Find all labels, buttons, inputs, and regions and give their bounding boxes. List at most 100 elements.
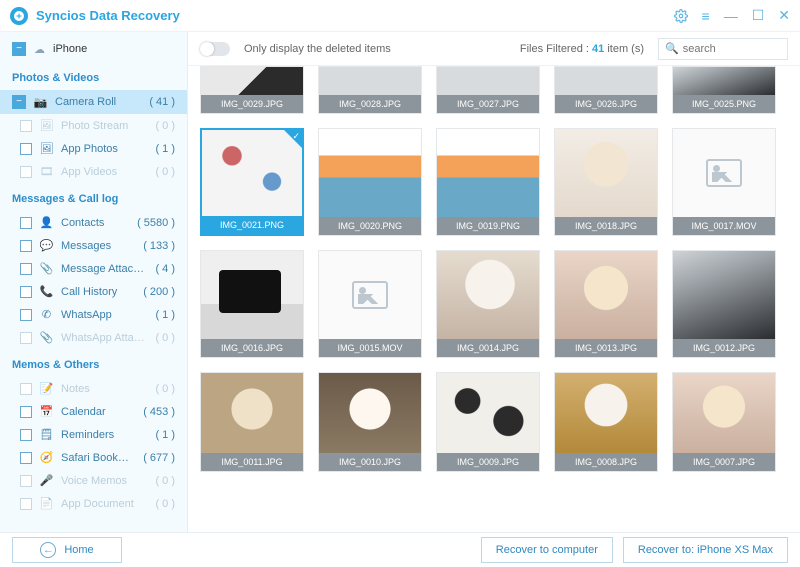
thumbnail[interactable]: IMG_0025.PNG bbox=[672, 66, 776, 114]
thumbnail[interactable]: IMG_0012.JPG bbox=[672, 250, 776, 358]
menu-icon[interactable]: ≡ bbox=[702, 7, 710, 24]
thumbnail-image bbox=[319, 373, 421, 453]
sidebar-item-count: ( 4 ) bbox=[155, 263, 175, 275]
thumbnail[interactable]: IMG_0028.JPG bbox=[318, 66, 422, 114]
thumbnail[interactable]: IMG_0008.JPG bbox=[554, 372, 658, 472]
thumbnail[interactable]: IMG_0018.JPG bbox=[554, 128, 658, 236]
thumbnail[interactable]: IMG_0017.MOV bbox=[672, 128, 776, 236]
thumbnail-image bbox=[437, 67, 539, 95]
home-button[interactable]: ← Home bbox=[12, 537, 122, 563]
voice-icon: 🎤 bbox=[40, 474, 53, 487]
back-arrow-icon: ← bbox=[40, 542, 56, 558]
sidebar-item-contacts[interactable]: 👤Contacts( 5580 ) bbox=[0, 211, 187, 234]
thumbnail[interactable]: IMG_0019.PNG bbox=[436, 128, 540, 236]
thumbnail-caption: IMG_0027.JPG bbox=[437, 95, 539, 113]
sidebar-item-calendar[interactable]: 📅Calendar( 453 ) bbox=[0, 400, 187, 423]
cloud-icon: ☁ bbox=[34, 43, 45, 56]
thumbnail-image bbox=[555, 251, 657, 339]
recover-to-device-button[interactable]: Recover to: iPhone XS Max bbox=[623, 537, 788, 563]
sidebar-item-photo-stream: 🖼Photo Stream( 0 ) bbox=[0, 114, 187, 137]
whatsapp-attach-icon: 📎 bbox=[40, 331, 53, 344]
thumbnail[interactable]: IMG_0015.MOV bbox=[318, 250, 422, 358]
recover-to-computer-button[interactable]: Recover to computer bbox=[481, 537, 613, 563]
files-filtered-label: Files Filtered : 41 item (s) bbox=[520, 43, 644, 55]
checkbox[interactable] bbox=[20, 452, 32, 464]
sidebar-item-call-history[interactable]: 📞Call History( 200 ) bbox=[0, 280, 187, 303]
appvideo-icon: 🎞 bbox=[40, 165, 53, 178]
sidebar-item-label: Camera Roll bbox=[55, 96, 141, 108]
thumbnail[interactable]: IMG_0014.JPG bbox=[436, 250, 540, 358]
messages-icon: 💬 bbox=[40, 239, 53, 252]
thumbnail-caption: IMG_0008.JPG bbox=[555, 453, 657, 471]
sidebar-item-label: Safari Bookmark bbox=[61, 452, 135, 464]
checkbox[interactable] bbox=[20, 217, 32, 229]
thumbnail-image bbox=[319, 129, 421, 217]
thumbnail-caption: IMG_0015.MOV bbox=[319, 339, 421, 357]
thumbnail[interactable]: IMG_0009.JPG bbox=[436, 372, 540, 472]
thumbnail-caption: IMG_0012.JPG bbox=[673, 339, 775, 357]
checkbox[interactable] bbox=[20, 143, 32, 155]
checkbox[interactable] bbox=[20, 263, 32, 275]
sidebar-item-messages[interactable]: 💬Messages( 133 ) bbox=[0, 234, 187, 257]
footer: ← Home Recover to computer Recover to: i… bbox=[0, 532, 800, 567]
thumbnail[interactable]: IMG_0027.JPG bbox=[436, 66, 540, 114]
thumbnail[interactable]: IMG_0016.JPG bbox=[200, 250, 304, 358]
sidebar: − ☁ iPhone Photos & Videos −📷Camera Roll… bbox=[0, 32, 188, 532]
thumbnail-image bbox=[673, 251, 775, 339]
call-icon: 📞 bbox=[40, 285, 53, 298]
checkbox bbox=[20, 383, 32, 395]
thumbnail-caption: IMG_0028.JPG bbox=[319, 95, 421, 113]
collapse-icon[interactable]: − bbox=[12, 95, 26, 109]
sidebar-item-app-photos[interactable]: 🖼App Photos( 1 ) bbox=[0, 137, 187, 160]
thumbnail[interactable]: IMG_0029.JPG bbox=[200, 66, 304, 114]
sidebar-item-voice-memos: 🎤 Voice Memos ( 0 ) bbox=[0, 469, 187, 492]
sidebar-item-count: ( 0 ) bbox=[155, 332, 175, 344]
close-icon[interactable]: ✕ bbox=[778, 7, 790, 24]
device-row[interactable]: − ☁ iPhone bbox=[0, 36, 187, 62]
photo-icon: 🖼 bbox=[40, 119, 53, 132]
sidebar-item-safari-bookmark[interactable]: 🧭Safari Bookmark( 677 ) bbox=[0, 446, 187, 469]
deleted-toggle-label: Only display the deleted items bbox=[244, 43, 391, 55]
thumbnail[interactable]: IMG_0010.JPG bbox=[318, 372, 422, 472]
title-bar: Syncios Data Recovery ≡ — ☐ ✕ bbox=[0, 0, 800, 32]
sidebar-item-camera-roll[interactable]: −📷Camera Roll( 41 ) bbox=[0, 90, 187, 114]
sidebar-item-whatsapp[interactable]: ✆WhatsApp( 1 ) bbox=[0, 303, 187, 326]
calendar-icon: 📅 bbox=[40, 405, 53, 418]
search-box[interactable]: 🔍 bbox=[658, 38, 788, 60]
thumbnail[interactable]: IMG_0013.JPG bbox=[554, 250, 658, 358]
thumbnail[interactable]: IMG_0021.PNG bbox=[200, 128, 304, 236]
thumbnail-grid[interactable]: IMG_0029.JPG IMG_0028.JPG IMG_0027.JPG IMG_… bbox=[188, 66, 800, 532]
checkbox[interactable] bbox=[20, 429, 32, 441]
thumbnail-caption: IMG_0020.PNG bbox=[319, 217, 421, 235]
minimize-icon[interactable]: — bbox=[724, 7, 738, 24]
thumbnail-image bbox=[319, 251, 421, 339]
sidebar-item-label: Voice Memos bbox=[61, 475, 147, 487]
thumbnail-image bbox=[555, 129, 657, 217]
thumbnail[interactable]: IMG_0026.JPG bbox=[554, 66, 658, 114]
sidebar-item-count: ( 1 ) bbox=[155, 143, 175, 155]
whatsapp-icon: ✆ bbox=[40, 308, 53, 321]
thumbnail-image bbox=[202, 130, 302, 216]
thumbnail-caption: IMG_0016.JPG bbox=[201, 339, 303, 357]
thumbnail[interactable]: IMG_0011.JPG bbox=[200, 372, 304, 472]
sidebar-item-count: ( 0 ) bbox=[155, 475, 175, 487]
deleted-toggle[interactable] bbox=[200, 42, 230, 56]
thumbnail-image bbox=[201, 67, 303, 95]
checkbox[interactable] bbox=[20, 240, 32, 252]
maximize-icon[interactable]: ☐ bbox=[752, 7, 765, 24]
checkbox[interactable] bbox=[20, 406, 32, 418]
sidebar-item-label: Call History bbox=[61, 286, 135, 298]
checkbox[interactable] bbox=[20, 286, 32, 298]
thumbnail[interactable]: IMG_0020.PNG bbox=[318, 128, 422, 236]
sidebar-item-label: Notes bbox=[61, 383, 147, 395]
search-input[interactable] bbox=[683, 43, 781, 55]
app-logo bbox=[10, 7, 28, 25]
thumbnail[interactable]: IMG_0007.JPG bbox=[672, 372, 776, 472]
sidebar-item-reminders[interactable]: 🗒Reminders( 1 ) bbox=[0, 423, 187, 446]
settings-icon[interactable] bbox=[674, 7, 688, 24]
sidebar-item-count: ( 0 ) bbox=[155, 498, 175, 510]
device-collapse-icon[interactable]: − bbox=[12, 42, 26, 56]
appphoto-icon: 🖼 bbox=[40, 142, 53, 155]
sidebar-item-message-attach-[interactable]: 📎Message Attach...( 4 ) bbox=[0, 257, 187, 280]
checkbox[interactable] bbox=[20, 309, 32, 321]
